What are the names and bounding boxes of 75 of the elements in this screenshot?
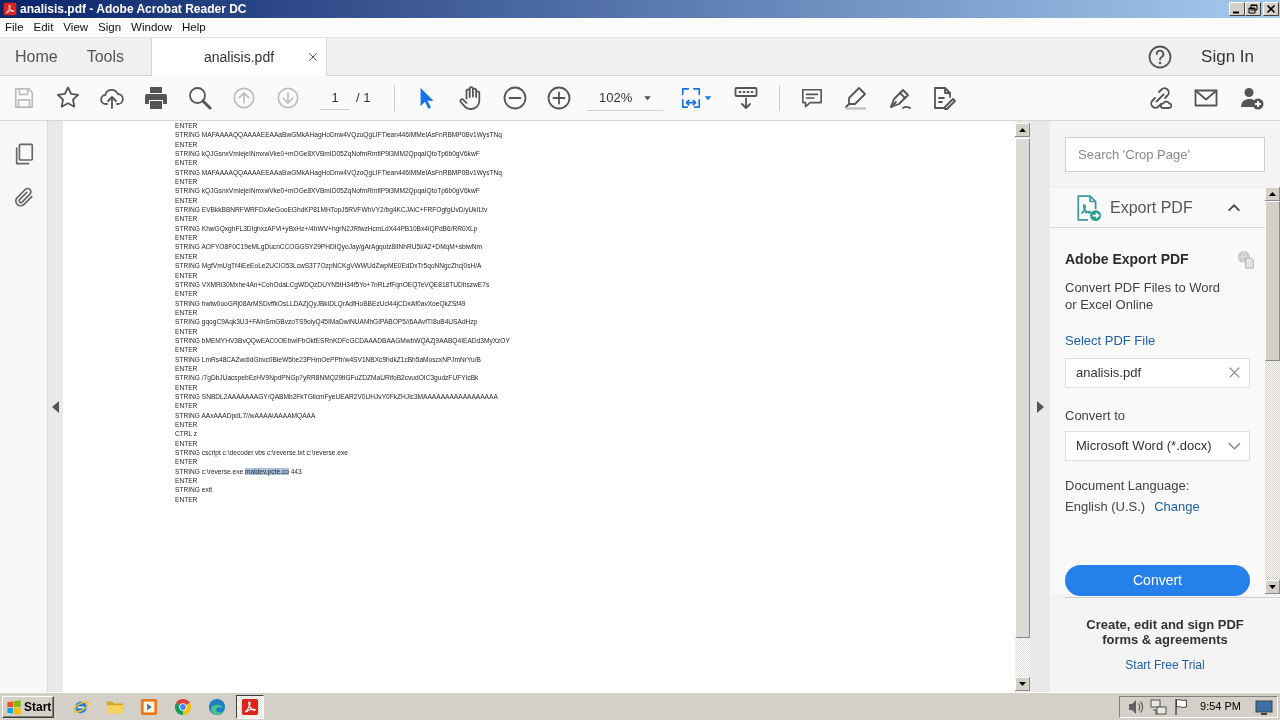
convert-button[interactable]: Convert (1065, 564, 1250, 596)
paperclip-icon[interactable] (12, 186, 35, 208)
desktop-icon[interactable] (1255, 698, 1273, 715)
expand-right-icon[interactable] (1036, 400, 1044, 413)
comment-icon[interactable] (801, 87, 823, 109)
browser-icon[interactable] (208, 697, 226, 716)
globe-document-icon (1237, 250, 1256, 269)
minimize-button[interactable] (1229, 2, 1245, 16)
media-player-icon[interactable] (140, 697, 158, 716)
select-file-link[interactable]: Select PDF File (1065, 332, 1156, 349)
chevron-up-icon[interactable] (1227, 202, 1241, 213)
menu-item[interactable]: Window (126, 20, 177, 35)
scroll-down-button[interactable] (1015, 677, 1030, 691)
menu-item[interactable]: View (58, 20, 94, 35)
document-arrow-icon (1075, 194, 1101, 221)
panel-heading: Adobe Export PDF (1065, 251, 1189, 268)
page-number-field[interactable]: 1 (320, 86, 350, 110)
clock: 9:54 PM (1200, 699, 1241, 715)
window-title: analisis.pdf - Adobe Acrobat Reader DC (20, 1, 247, 17)
tab[interactable]: Tools (71, 38, 139, 75)
sign-in-button[interactable]: Sign In (1201, 46, 1254, 67)
menu-item[interactable]: Help (177, 20, 211, 35)
promo-text: Create, edit and sign PDF forms & agreements (1085, 617, 1245, 647)
add-user-icon[interactable] (1240, 86, 1264, 110)
clear-icon[interactable] (1228, 366, 1241, 379)
zoom-in-icon[interactable] (547, 86, 571, 110)
pdf-icon (3, 2, 17, 16)
caret-icon (643, 94, 652, 101)
search-field[interactable]: Search 'Crop Page' (1065, 137, 1265, 172)
field-label: Document Language: (1065, 476, 1191, 494)
language-value: English (U.S.) (1065, 497, 1146, 515)
zoom-dropdown[interactable]: 102% (587, 85, 663, 111)
start-button[interactable]: Start (2, 695, 54, 718)
chevron-down-icon (1228, 441, 1241, 450)
menu-item[interactable]: Sign (93, 20, 127, 35)
close-button[interactable] (1263, 2, 1279, 16)
link-icon[interactable] (1148, 86, 1172, 110)
change-link[interactable]: Change (1154, 497, 1200, 515)
taskbar-button[interactable] (236, 694, 264, 719)
restore-button[interactable] (1245, 2, 1261, 16)
pen-icon[interactable] (888, 86, 912, 110)
help-icon[interactable] (1148, 44, 1173, 69)
cloud-upload-icon[interactable] (100, 86, 124, 110)
scroll-down-button[interactable] (1265, 580, 1280, 594)
close-icon[interactable] (308, 52, 319, 62)
tab[interactable]: Home (0, 38, 72, 75)
pdf-icon[interactable] (241, 697, 259, 716)
search-icon[interactable] (188, 86, 212, 110)
scroll-up-button[interactable] (1015, 123, 1030, 137)
scrollbar-thumb[interactable] (1265, 201, 1280, 361)
caret-icon[interactable] (704, 95, 712, 101)
page-count: / 1 (356, 89, 372, 108)
star-icon[interactable] (56, 86, 80, 110)
tab[interactable]: analisis.pdf (151, 38, 328, 76)
print-icon[interactable] (144, 86, 168, 110)
menu-item[interactable]: Edit (28, 20, 59, 35)
document-pen-icon[interactable] (932, 86, 956, 110)
field-label: Convert to (1065, 406, 1126, 424)
collapse-left-icon[interactable] (52, 400, 59, 413)
windows-logo-icon (6, 698, 22, 715)
menu-item[interactable]: File (0, 20, 29, 35)
section-header[interactable]: Export PDF (1050, 188, 1265, 228)
file-field[interactable]: analisis.pdf (1065, 357, 1250, 388)
network-icon[interactable] (1150, 698, 1168, 715)
zoom-out-icon[interactable] (503, 86, 527, 110)
flag-icon[interactable] (1173, 697, 1189, 716)
fit-page-icon[interactable] (680, 87, 702, 109)
highlighter-icon[interactable] (844, 86, 868, 110)
panel-description: Convert PDF Files to Word or Excel Online (1065, 279, 1222, 313)
format-dropdown[interactable]: Microsoft Word (*.docx) (1065, 430, 1250, 461)
hand-icon[interactable] (459, 86, 483, 110)
start-trial-link[interactable]: Start Free Trial (1125, 656, 1205, 674)
scroll-up-button[interactable] (1265, 187, 1280, 201)
scroll-mode-icon[interactable] (734, 86, 758, 110)
browser-icon[interactable] (174, 697, 192, 716)
